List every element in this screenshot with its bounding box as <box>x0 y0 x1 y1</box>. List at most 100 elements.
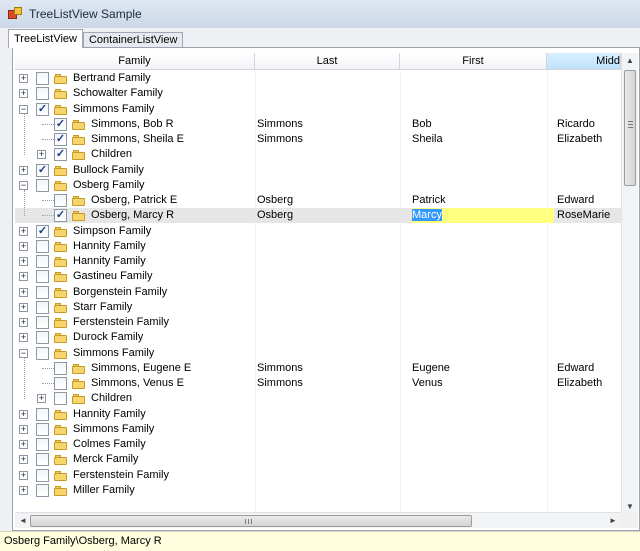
tree-row[interactable]: + Simmons Family <box>15 422 621 437</box>
row-checkbox[interactable] <box>36 178 49 192</box>
column-header-last[interactable]: Last <box>255 53 400 70</box>
tree-row[interactable]: − Osberg Family <box>15 178 621 193</box>
tree-row[interactable]: + Borgenstein Family <box>15 285 621 300</box>
expand-icon[interactable]: + <box>19 272 28 282</box>
row-checkbox[interactable] <box>36 316 49 329</box>
tree-row[interactable]: + Schowalter Family <box>15 86 621 101</box>
row-checkbox[interactable]: ✓ <box>54 148 67 162</box>
row-checkbox[interactable]: ✓ <box>36 163 49 177</box>
tree-row[interactable]: + Ferstenstein Family <box>15 468 621 483</box>
horizontal-scrollbar[interactable]: ◄ ► <box>15 512 621 528</box>
column-header-first[interactable]: First <box>400 53 547 70</box>
row-checkbox[interactable] <box>54 392 67 406</box>
expand-icon[interactable]: + <box>19 257 28 266</box>
row-checkbox[interactable] <box>36 300 49 314</box>
expand-icon[interactable]: + <box>37 150 46 160</box>
expand-icon[interactable]: + <box>19 165 28 175</box>
tree-row[interactable]: + Hannity Family <box>15 239 621 254</box>
row-checkbox[interactable] <box>36 422 49 436</box>
collapse-icon[interactable]: − <box>19 348 28 358</box>
tree-row[interactable]: + Hannity Family <box>15 254 621 269</box>
scroll-up-button[interactable]: ▲ <box>622 53 638 69</box>
row-checkbox[interactable] <box>54 361 67 375</box>
row-checkbox[interactable] <box>36 468 49 482</box>
expand-icon[interactable]: + <box>19 470 28 480</box>
expand-icon[interactable]: + <box>19 424 28 434</box>
tree-row[interactable]: + Hannity Family <box>15 407 621 422</box>
row-checkbox[interactable] <box>54 194 67 207</box>
expand-icon[interactable]: + <box>37 394 46 404</box>
tree-row[interactable]: ✓ Simmons, Sheila E Simmons Sheila Elizabeth <box>15 132 621 147</box>
tree-row[interactable]: ✓ Simmons, Bob R Simmons Bob Ricardo <box>15 117 621 132</box>
scroll-right-button[interactable]: ► <box>605 513 621 529</box>
horizontal-scroll-thumb[interactable] <box>30 515 472 527</box>
row-checkbox[interactable] <box>36 255 49 268</box>
expand-icon[interactable]: + <box>19 455 28 465</box>
tree-row[interactable]: + Gastineu Family <box>15 269 621 284</box>
row-checkbox[interactable] <box>36 407 49 421</box>
row-label: Starr Family <box>73 300 133 313</box>
row-checkbox[interactable]: ✓ <box>54 209 67 223</box>
tree-row[interactable]: Simmons, Venus E Simmons Venus Elizabeth <box>15 376 621 391</box>
row-checkbox[interactable]: ✓ <box>36 102 49 116</box>
expand-icon[interactable]: + <box>19 89 28 99</box>
row-checkbox[interactable] <box>36 285 49 299</box>
tree-row[interactable]: + Ferstenstein Family <box>15 315 621 330</box>
tab-treelistview[interactable]: TreeListView <box>8 29 83 48</box>
expand-icon[interactable]: + <box>19 302 28 312</box>
tree-row[interactable]: + Bertrand Family <box>15 71 621 86</box>
row-checkbox[interactable] <box>36 239 49 253</box>
tree-row[interactable]: + Miller Family <box>15 483 621 498</box>
first-name-edit-field[interactable]: Marcy <box>412 208 554 224</box>
row-checkbox[interactable]: ✓ <box>54 117 67 131</box>
row-checkbox[interactable] <box>36 72 49 85</box>
tree-row[interactable]: + Children <box>15 391 621 406</box>
expand-icon[interactable]: + <box>19 318 28 327</box>
vertical-scrollbar[interactable]: ▲ ▼ <box>621 53 638 516</box>
expand-icon[interactable]: + <box>19 409 28 419</box>
scroll-left-button[interactable]: ◄ <box>15 513 31 529</box>
row-checkbox[interactable] <box>36 331 49 345</box>
row-checkbox[interactable]: ✓ <box>36 224 49 238</box>
tree-row[interactable]: + ✓ Bullock Family <box>15 163 621 178</box>
status-bar: Osberg Family\Osberg, Marcy R <box>0 531 640 551</box>
expand-icon[interactable]: + <box>19 485 28 495</box>
collapse-icon[interactable]: − <box>19 104 28 114</box>
row-checkbox[interactable] <box>36 438 49 451</box>
expand-icon[interactable]: + <box>19 226 28 236</box>
expand-icon[interactable]: + <box>19 74 28 83</box>
expand-icon[interactable]: + <box>19 333 28 343</box>
tree-row[interactable]: + ✓ Children <box>15 147 621 162</box>
row-checkbox[interactable] <box>54 377 67 390</box>
tree-row[interactable]: + Durock Family <box>15 330 621 345</box>
cell-middle: Elizabeth <box>557 133 603 145</box>
expand-icon[interactable]: + <box>19 241 28 251</box>
row-checkbox[interactable] <box>36 270 49 284</box>
tree-row[interactable]: ✓ Osberg, Marcy R Osberg Marcy RoseMarie <box>15 208 621 224</box>
tree-row[interactable]: + Starr Family <box>15 300 621 315</box>
expand-icon[interactable]: + <box>19 287 28 297</box>
row-checkbox[interactable]: ✓ <box>54 133 67 146</box>
row-checkbox[interactable] <box>36 346 49 360</box>
title-bar[interactable]: TreeListView Sample <box>0 0 640 28</box>
tree-row[interactable]: + Colmes Family <box>15 437 621 452</box>
row-checkbox[interactable] <box>36 87 49 101</box>
cell-last: Osberg <box>257 194 294 206</box>
vertical-scroll-thumb[interactable] <box>624 70 636 186</box>
tab-containerlistview[interactable]: ContainerListView <box>82 32 184 48</box>
row-label: Colmes Family <box>73 438 146 450</box>
tree-row[interactable]: Osberg, Patrick E Osberg Patrick Edward <box>15 193 621 208</box>
folder-icon <box>54 302 67 313</box>
row-checkbox[interactable] <box>36 483 49 497</box>
tree-row[interactable]: − Simmons Family <box>15 346 621 361</box>
collapse-icon[interactable]: − <box>19 180 28 190</box>
expand-icon[interactable]: + <box>19 440 28 449</box>
tree-row[interactable]: − ✓ Simmons Family <box>15 102 621 117</box>
column-header-middle[interactable]: Midd <box>547 53 621 70</box>
row-checkbox[interactable] <box>36 453 49 467</box>
tree-row[interactable]: + ✓ Simpson Family <box>15 224 621 239</box>
tree-row[interactable]: Simmons, Eugene E Simmons Eugene Edward <box>15 361 621 376</box>
row-label: Children <box>91 148 132 161</box>
tree-row[interactable]: + Merck Family <box>15 452 621 467</box>
column-header-family[interactable]: Family <box>15 53 255 70</box>
